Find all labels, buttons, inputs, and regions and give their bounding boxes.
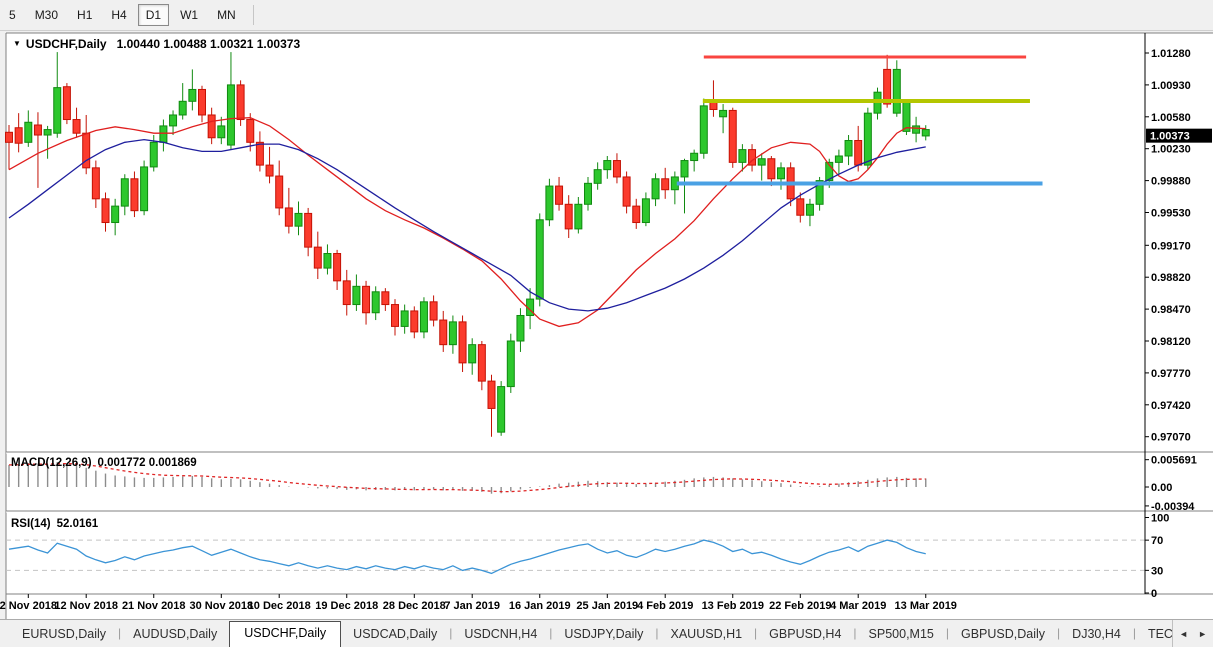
- timeframe-button-d1[interactable]: D1: [137, 4, 170, 26]
- svg-text:16 Jan 2019: 16 Jan 2019: [509, 600, 571, 612]
- svg-text:0.99170: 0.99170: [1151, 240, 1191, 252]
- svg-text:13 Mar 2019: 13 Mar 2019: [895, 600, 957, 612]
- svg-text:0.97770: 0.97770: [1151, 368, 1191, 380]
- tab-scroll-right-button[interactable]: ►: [1198, 629, 1207, 639]
- svg-text:2 Nov 2018: 2 Nov 2018: [0, 600, 57, 612]
- timeframe-button-w1[interactable]: W1: [172, 4, 206, 26]
- svg-text:70: 70: [1151, 535, 1163, 547]
- svg-text:1.01280: 1.01280: [1151, 48, 1191, 60]
- macd-indicator-label: MACD(12,26,9) 0.001772 0.001869: [11, 457, 197, 469]
- chart-canvas[interactable]: 1.01280 1.00930 1.00580 1.00230 0.99880 0.995…: [0, 31, 1213, 619]
- svg-text:0.98120: 0.98120: [1151, 336, 1191, 348]
- chart-tab-sp500-m15[interactable]: SP500,M15: [857, 623, 946, 647]
- svg-text:22 Feb 2019: 22 Feb 2019: [769, 600, 831, 612]
- chart-tab-eurusd-daily[interactable]: EURUSD,Daily: [10, 623, 118, 647]
- pane-backgrounds: [5, 32, 1213, 619]
- svg-text:0.97070: 0.97070: [1151, 432, 1191, 444]
- svg-text:19 Dec 2018: 19 Dec 2018: [315, 600, 378, 612]
- timeframe-button-mn[interactable]: MN: [209, 4, 244, 26]
- chart-tab-xauusd-h1[interactable]: XAUUSD,H1: [659, 623, 755, 647]
- timeframe-button-5[interactable]: 5: [1, 4, 24, 26]
- svg-text:0.99880: 0.99880: [1151, 176, 1191, 188]
- svg-text:100: 100: [1151, 513, 1169, 525]
- svg-text:1.00373: 1.00373: [1150, 131, 1190, 143]
- toolbar-separator: [252, 5, 254, 25]
- svg-text:1.00580: 1.00580: [1151, 112, 1191, 124]
- timeframe-button-h1[interactable]: H1: [69, 4, 100, 26]
- macd-name: MACD(12,26,9): [11, 457, 92, 469]
- svg-text:30: 30: [1151, 565, 1163, 577]
- chart-graphics: 1.01280 1.00930 1.00580 1.00230 0.99880 0.995…: [0, 32, 1213, 619]
- svg-text:0.00: 0.00: [1151, 482, 1172, 494]
- chart-tab-usdchf-daily[interactable]: USDCHF,Daily: [229, 621, 342, 647]
- svg-text:10 Dec 2018: 10 Dec 2018: [248, 600, 311, 612]
- svg-text:4 Mar 2019: 4 Mar 2019: [830, 600, 886, 612]
- timeframe-button-m30[interactable]: M30: [27, 4, 66, 26]
- chart-tab-usdjpy-daily[interactable]: USDJPY,Daily: [552, 623, 655, 647]
- rsi-indicator-label: RSI(14) 52.0161: [11, 518, 98, 530]
- svg-text:4 Feb 2019: 4 Feb 2019: [637, 600, 693, 612]
- timeframe-button-h4[interactable]: H4: [103, 4, 134, 26]
- chart-tabs-bar: EURUSD,Daily | AUDUSD,Daily USDCHF,Daily USD…: [0, 619, 1213, 647]
- rsi-name: RSI(14): [11, 518, 51, 530]
- chart-tab-dj30-h4[interactable]: DJ30,H4: [1060, 623, 1133, 647]
- svg-text:21 Nov 2018: 21 Nov 2018: [122, 600, 186, 612]
- svg-text:0: 0: [1151, 588, 1157, 600]
- svg-text:-0.00394: -0.00394: [1151, 501, 1195, 513]
- chart-ohlc-values: 1.00440 1.00488 1.00321 1.00373: [116, 37, 301, 51]
- chart-tab-gbpusd-daily[interactable]: GBPUSD,Daily: [949, 623, 1057, 647]
- tab-scroll-arrows: ◄ ►: [1172, 620, 1213, 647]
- svg-text:1.00230: 1.00230: [1151, 144, 1191, 156]
- macd-values: 0.001772 0.001869: [97, 457, 197, 469]
- chart-title: ▼ USDCHF,Daily 1.00440 1.00488 1.00321 1.0…: [13, 37, 300, 51]
- svg-text:1.00930: 1.00930: [1151, 80, 1191, 92]
- chart-symbol-label: USDCHF,Daily: [25, 37, 107, 51]
- svg-text:0.97420: 0.97420: [1151, 400, 1191, 412]
- chart-context-arrow-icon[interactable]: ▼: [13, 39, 21, 48]
- svg-text:12 Nov 2018: 12 Nov 2018: [54, 600, 118, 612]
- svg-text:0.98820: 0.98820: [1151, 272, 1191, 284]
- tab-scroll-left-button[interactable]: ◄: [1179, 629, 1188, 639]
- svg-text:0.005691: 0.005691: [1151, 455, 1197, 467]
- chart-tab-usdcnh-h4[interactable]: USDCNH,H4: [452, 623, 549, 647]
- svg-text:25 Jan 2019: 25 Jan 2019: [576, 600, 638, 612]
- rsi-value: 52.0161: [56, 518, 99, 530]
- current-price-tag: 1.00373: [1146, 128, 1212, 143]
- chart-tab-usdcad-daily[interactable]: USDCAD,Daily: [341, 623, 449, 647]
- svg-text:7 Jan 2019: 7 Jan 2019: [444, 600, 500, 612]
- chart-tab-gbpusd-h4[interactable]: GBPUSD,H4: [757, 623, 853, 647]
- svg-text:30 Nov 2018: 30 Nov 2018: [189, 600, 253, 612]
- svg-text:0.99530: 0.99530: [1151, 207, 1191, 219]
- svg-text:28 Dec 2018: 28 Dec 2018: [383, 600, 446, 612]
- timeframe-toolbar: 5 M30 H1 H4 D1 W1 MN: [0, 0, 1213, 31]
- svg-text:13 Feb 2019: 13 Feb 2019: [702, 600, 764, 612]
- chart-tab-audusd-daily[interactable]: AUDUSD,Daily: [121, 623, 229, 647]
- svg-text:0.98470: 0.98470: [1151, 304, 1191, 316]
